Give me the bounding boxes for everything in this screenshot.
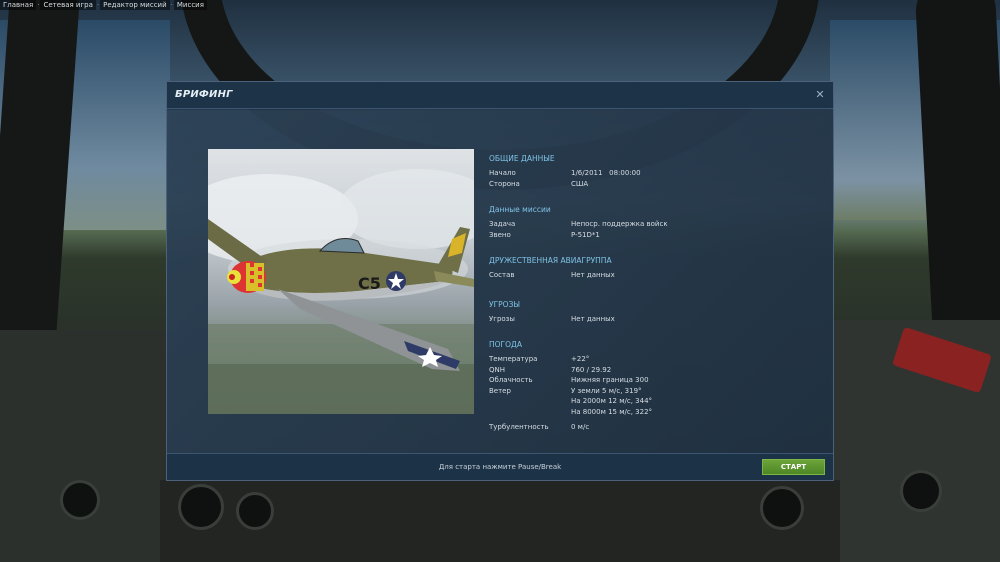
info-row-side: Сторона США [489, 179, 819, 190]
info-label: Ветер [489, 386, 511, 395]
breadcrumb: Главная · Сетевая игра · Редактор миссий… [0, 0, 207, 10]
section-title-friendly: ДРУЖЕСТВЕННАЯ АВИАГРУППА [489, 256, 612, 265]
info-value: Непоср. поддержка войск [571, 220, 668, 228]
briefing-dialog: БРИФИНГ ✕ C5 ОБЩИЕ ДАННЫЕ Начало 1/6/201… [166, 81, 834, 481]
info-value: Нижняя граница 300 [571, 376, 649, 384]
dialog-footer: Для старта нажмите Pause/Break СТАРТ [167, 453, 833, 480]
info-value: P-51D*1 [571, 230, 600, 239]
info-label-empty [489, 407, 571, 418]
info-label: QNH [489, 365, 506, 374]
gauge-icon [900, 470, 942, 512]
info-label: Состав [489, 271, 515, 279]
cockpit-panel-left [0, 330, 170, 562]
gauge-icon [178, 484, 224, 530]
info-row-wind-8000: На 8000м 15 м/с, 322° [489, 407, 819, 418]
breadcrumb-item-home[interactable]: Главная [0, 0, 37, 10]
info-value: 1/6/2011 08:00:00 [571, 169, 641, 177]
dialog-header: БРИФИНГ ✕ [167, 82, 833, 109]
start-button[interactable]: СТАРТ [762, 459, 825, 475]
start-hint: Для старта нажмите Pause/Break [438, 463, 562, 471]
info-row-start: Начало 1/6/2011 08:00:00 [489, 168, 819, 179]
info-value: 760 / 29.92 [571, 365, 612, 374]
section-title-general: ОБЩИЕ ДАННЫЕ [489, 154, 555, 163]
info-value: На 8000м 15 м/с, 322° [571, 407, 653, 416]
tail-code: C5 [358, 274, 381, 293]
info-label: Задача [489, 220, 516, 228]
section-title-threats: УГРОЗЫ [489, 299, 520, 309]
info-label: Угрозы [489, 314, 515, 323]
info-value: Нет данных [571, 314, 615, 323]
info-row-clouds: Облачность Нижняя граница 300 [489, 375, 819, 386]
info-row-threats: Угрозы Нет данных [489, 314, 819, 325]
breadcrumb-item-editor[interactable]: Редактор миссий [100, 0, 170, 10]
info-label: Облачность [489, 376, 533, 384]
info-row-flight: Звено P-51D*1 [489, 230, 819, 241]
info-row-task: Задача Непоср. поддержка войск [489, 219, 819, 230]
breadcrumb-item-multiplayer[interactable]: Сетевая игра [40, 0, 96, 10]
info-label: Температура [489, 355, 538, 363]
info-value: Нет данных [571, 271, 615, 279]
briefing-info: ОБЩИЕ ДАННЫЕ Начало 1/6/2011 08:00:00 Ст… [489, 154, 819, 433]
info-row-wind-2000: На 2000м 12 м/с, 344° [489, 396, 819, 407]
info-label: Звено [489, 230, 511, 239]
info-label: Турбулентность [489, 423, 549, 431]
info-row-wind: Ветер У земли 5 м/с, 319° [489, 386, 819, 397]
section-title-mission: Данные миссии [489, 205, 551, 214]
gauge-icon [236, 492, 274, 530]
info-label-empty [489, 396, 571, 407]
section-title-weather: ПОГОДА [489, 340, 523, 349]
dialog-body: C5 ОБЩИЕ ДАННЫЕ Начало 1/6/2011 08:00:00… [167, 110, 833, 455]
info-value: 0 м/с [571, 423, 590, 431]
info-value: У земли 5 м/с, 319° [571, 386, 642, 395]
dialog-title: БРИФИНГ [175, 89, 233, 100]
aircraft-image: C5 [208, 149, 474, 414]
breadcrumb-item-mission[interactable]: Миссия [173, 0, 207, 10]
info-value: +22° [571, 355, 590, 363]
info-value: На 2000м 12 м/с, 344° [571, 397, 653, 405]
info-row-temperature: Температура +22° [489, 354, 819, 365]
info-row-turbulence: Турбулентность 0 м/с [489, 422, 819, 433]
info-row-qnh: QNH 760 / 29.92 [489, 365, 819, 376]
info-value: США [571, 179, 589, 188]
info-label: Начало [489, 169, 516, 177]
close-icon[interactable]: ✕ [813, 87, 827, 103]
gauge-icon [60, 480, 100, 520]
aircraft-illustration: C5 [208, 169, 474, 414]
gauge-icon [760, 486, 804, 530]
info-row-composition: Состав Нет данных [489, 270, 819, 281]
info-label: Сторона [489, 179, 520, 188]
